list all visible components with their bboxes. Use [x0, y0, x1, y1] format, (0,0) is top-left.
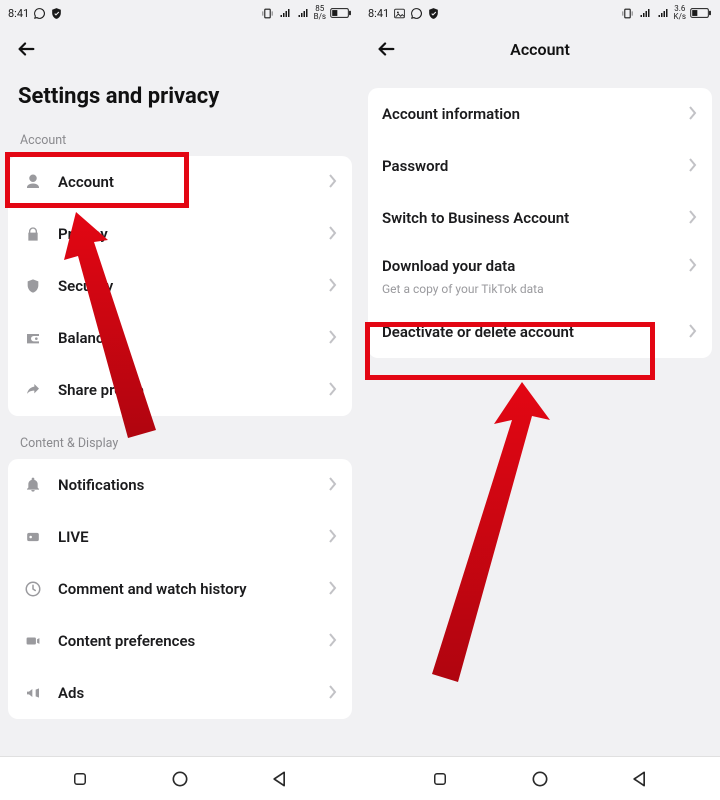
row-privacy[interactable]: Privacy [8, 208, 352, 260]
back-button[interactable] [12, 35, 40, 63]
chevron-right-icon [688, 257, 698, 276]
chevron-right-icon [688, 157, 698, 176]
vibrate-icon [621, 7, 634, 20]
status-bar: 8:41 [360, 0, 720, 26]
row-label: Privacy [58, 225, 328, 243]
share-icon [22, 382, 44, 398]
row-share-profile[interactable]: Share profile [8, 364, 352, 416]
signal-1-icon [278, 7, 292, 19]
chevron-right-icon [328, 381, 338, 400]
row-label: Account information [382, 105, 688, 123]
header-title: Account [360, 40, 720, 59]
nav-back-button[interactable] [620, 759, 660, 799]
card-account-detail: Account information Password Switch to B… [368, 88, 712, 358]
chevron-right-icon [688, 323, 698, 342]
chevron-right-icon [328, 580, 338, 599]
row-label: Security [58, 277, 328, 295]
row-label: Password [382, 157, 688, 175]
battery-icon [330, 7, 352, 19]
row-label: Share profile [58, 381, 328, 399]
nav-recents-button[interactable] [60, 759, 100, 799]
screen-settings-and-privacy: 8:41 85B/s [0, 0, 360, 800]
section-label-account: Account [8, 123, 352, 156]
chevron-right-icon [688, 209, 698, 228]
chevron-right-icon [328, 684, 338, 703]
content-scroll[interactable]: Account Account [0, 123, 360, 756]
row-security[interactable]: Security [8, 260, 352, 312]
shield-icon [22, 277, 44, 295]
lock-icon [22, 225, 44, 243]
nav-recents-button[interactable] [420, 759, 460, 799]
chevron-right-icon [328, 173, 338, 192]
row-label: Download your data [382, 257, 688, 275]
row-ads[interactable]: Ads [8, 667, 352, 719]
status-time: 8:41 [8, 7, 29, 20]
battery-icon [690, 7, 712, 19]
row-content-preferences[interactable]: Content preferences [8, 615, 352, 667]
vibrate-icon [261, 7, 274, 20]
chevron-right-icon [328, 632, 338, 651]
row-download-data[interactable]: Download your data [368, 244, 712, 288]
megaphone-icon [22, 685, 44, 701]
chevron-right-icon [328, 329, 338, 348]
chevron-right-icon [328, 277, 338, 296]
row-deactivate-delete[interactable]: Deactivate or delete account [368, 306, 712, 358]
camera-icon [22, 634, 44, 648]
shield-check-icon [50, 7, 63, 20]
nav-home-button[interactable] [520, 759, 560, 799]
row-label: Balance [58, 329, 328, 347]
row-label: Deactivate or delete account [382, 323, 688, 341]
row-password[interactable]: Password [368, 140, 712, 192]
section-label-content-display: Content & Display [8, 426, 352, 459]
card-account: Account Privacy [8, 156, 352, 416]
signal-1-icon [638, 7, 652, 19]
data-speed-icon: 85B/s [314, 5, 326, 21]
person-icon [22, 173, 44, 191]
shield-check-icon [427, 7, 440, 20]
data-speed-icon: 3.6K/s [674, 5, 686, 21]
signal-2-icon [656, 7, 670, 19]
bell-icon [22, 476, 44, 494]
nav-back-button[interactable] [260, 759, 300, 799]
row-balance[interactable]: Balance [8, 312, 352, 364]
row-live[interactable]: LIVE [8, 511, 352, 563]
header [0, 26, 360, 72]
card-content-display: Notifications LIVE [8, 459, 352, 719]
whatsapp-icon [410, 7, 423, 20]
system-nav-bar [0, 756, 360, 800]
page-title: Settings and privacy [0, 72, 360, 123]
wallet-icon [22, 330, 44, 346]
system-nav-bar [360, 756, 720, 800]
row-label: Account [58, 173, 328, 191]
row-label: Comment and watch history [58, 580, 328, 598]
row-label: Switch to Business Account [382, 209, 688, 227]
row-label: Ads [58, 684, 328, 702]
row-notifications[interactable]: Notifications [8, 459, 352, 511]
row-comment-watch-history[interactable]: Comment and watch history [8, 563, 352, 615]
chevron-right-icon [328, 225, 338, 244]
status-time: 8:41 [368, 7, 389, 20]
header: Account [360, 26, 720, 72]
live-icon [22, 530, 44, 544]
whatsapp-icon [33, 7, 46, 20]
row-label: LIVE [58, 528, 328, 546]
row-label: Notifications [58, 476, 328, 494]
row-account-information[interactable]: Account information [368, 88, 712, 140]
clock-icon [22, 580, 44, 598]
row-account[interactable]: Account [8, 156, 352, 208]
back-button[interactable] [372, 35, 400, 63]
image-icon [393, 7, 406, 20]
chevron-right-icon [328, 528, 338, 547]
row-switch-business[interactable]: Switch to Business Account [368, 192, 712, 244]
row-label: Content preferences [58, 632, 328, 650]
status-bar: 8:41 85B/s [0, 0, 360, 26]
chevron-right-icon [328, 476, 338, 495]
signal-2-icon [296, 7, 310, 19]
chevron-right-icon [688, 105, 698, 124]
content-scroll[interactable]: Account information Password Switch to B… [360, 72, 720, 756]
screen-account: 8:41 [360, 0, 720, 800]
nav-home-button[interactable] [160, 759, 200, 799]
